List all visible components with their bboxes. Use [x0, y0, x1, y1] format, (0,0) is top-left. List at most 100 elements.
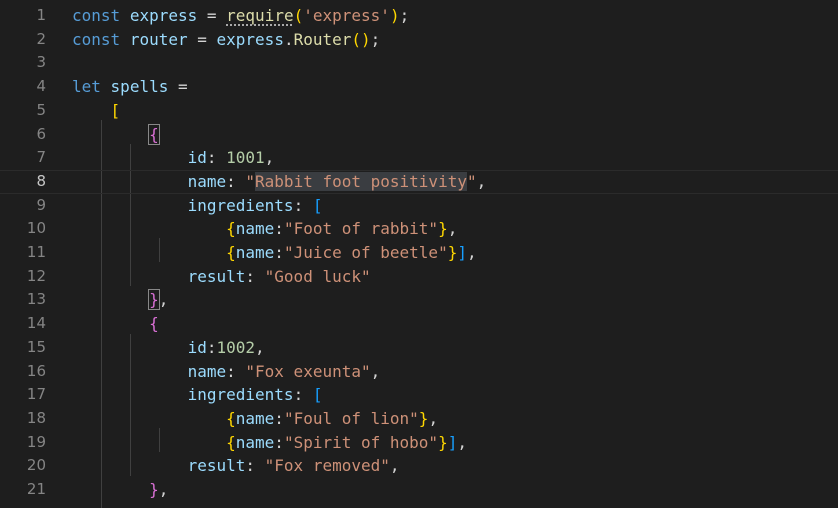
code-line[interactable]: 16 name: "Fox exeunta", — [0, 360, 838, 384]
line-number: 6 — [36, 124, 46, 143]
code-token: result — [187, 456, 246, 476]
code-token: let — [72, 77, 101, 97]
code-token: , — [158, 290, 169, 310]
code-line[interactable]: 17 ingredients: [ — [0, 383, 838, 407]
code-token: } — [438, 432, 448, 452]
line-number: 14 — [26, 314, 46, 333]
line-number: 7 — [36, 148, 46, 167]
code-token: , — [476, 171, 487, 191]
code-line[interactable]: 18 {name:"Foul of lion"}, — [0, 407, 838, 431]
code-token: : — [226, 171, 246, 191]
code-token: ] — [457, 243, 467, 262]
line-number: 10 — [26, 219, 46, 238]
code-text: name: "Fox exeunta", — [72, 360, 381, 384]
code-token: : — [274, 432, 284, 452]
code-token: } — [149, 480, 159, 499]
code-token: { — [226, 243, 236, 262]
code-token: } — [148, 289, 160, 311]
code-text: let spells = — [72, 75, 188, 99]
code-token: require — [226, 6, 294, 25]
code-line[interactable]: 1 const express = require('express'); — [0, 4, 838, 28]
code-token: } — [418, 408, 429, 428]
code-line[interactable]: 15 id:1002, — [0, 336, 838, 360]
code-text: {name:"Spirit of hobo"}], — [72, 431, 467, 455]
code-token: name — [235, 219, 275, 239]
code-text: id: 1001, — [72, 146, 275, 170]
code-token: const — [72, 29, 121, 49]
code-token: "Spirit of hobo" — [283, 432, 439, 452]
code-token: { — [149, 314, 159, 334]
code-token: , — [466, 243, 477, 262]
code-line[interactable]: 2 const router = express.Router(); — [0, 28, 838, 52]
code-line[interactable]: 4 let spells = — [0, 75, 838, 99]
code-text: }, — [72, 288, 168, 312]
code-token: "Juice of beetle" — [283, 243, 448, 262]
code-text: {name:"Foul of lion"}, — [72, 407, 438, 431]
line-number: 4 — [36, 77, 46, 96]
code-token: Router — [293, 29, 352, 49]
code-text: { — [72, 123, 160, 147]
code-token: name — [235, 408, 275, 428]
code-line[interactable]: 6 { — [0, 123, 838, 147]
code-token: express — [129, 6, 198, 25]
line-number: 2 — [36, 29, 46, 48]
code-token: : — [274, 408, 284, 428]
code-line[interactable]: 9 ingredients: [ — [0, 194, 838, 218]
code-token: , — [264, 148, 275, 168]
code-token: 1001 — [226, 148, 265, 168]
code-token: , — [389, 456, 400, 476]
code-token: name — [235, 243, 275, 262]
code-editor[interactable]: 1 const express = require('express'); 2 con… — [0, 0, 838, 508]
code-line[interactable]: 19 {name:"Spirit of hobo"}], — [0, 431, 838, 455]
code-line[interactable]: 8 name: "Rabbit foot positivity", — [0, 170, 838, 194]
code-text: ingredients: [ — [72, 383, 323, 407]
line-number: 1 — [36, 6, 46, 24]
line-number: 13 — [26, 290, 46, 309]
code-text: const router = express.Router(); — [72, 28, 380, 52]
code-text: result: "Fox removed", — [72, 454, 400, 478]
code-line[interactable]: 5 [ — [0, 99, 838, 123]
code-line[interactable]: 7 id: 1001, — [0, 146, 838, 170]
code-token: = — [168, 77, 188, 97]
code-token: , — [255, 337, 265, 357]
line-number: 3 — [36, 53, 46, 72]
code-token: [ — [312, 195, 323, 215]
line-number: 11 — [26, 243, 46, 261]
code-line[interactable]: 20 result: "Fox removed", — [0, 454, 838, 478]
code-line[interactable]: 12 result: "Good luck" — [0, 265, 838, 289]
code-token: "Foul of lion" — [283, 408, 419, 428]
code-token: , — [158, 480, 169, 499]
code-token: = — [187, 29, 217, 49]
code-text: [ — [72, 99, 121, 123]
code-token: name — [235, 432, 275, 452]
line-number: 9 — [36, 195, 46, 214]
code-line[interactable]: 13 }, — [0, 288, 838, 312]
code-token: { — [226, 219, 236, 239]
code-text: {name:"Juice of beetle"}], — [72, 241, 477, 265]
code-token: { — [148, 123, 160, 145]
code-line[interactable]: 14 { — [0, 312, 838, 336]
code-token: : — [245, 266, 265, 286]
code-token: 'express' — [303, 6, 390, 25]
code-line[interactable]: 21 }, — [0, 478, 838, 502]
line-number: 16 — [26, 361, 46, 380]
code-token: [ — [110, 100, 121, 120]
code-line[interactable]: 3 — [0, 51, 838, 75]
code-token: . — [283, 29, 294, 49]
code-token: = — [197, 6, 227, 25]
code-line[interactable]: 11 {name:"Juice of beetle"}], — [0, 241, 838, 265]
code-line[interactable]: 10 {name:"Foot of rabbit"}, — [0, 217, 838, 241]
